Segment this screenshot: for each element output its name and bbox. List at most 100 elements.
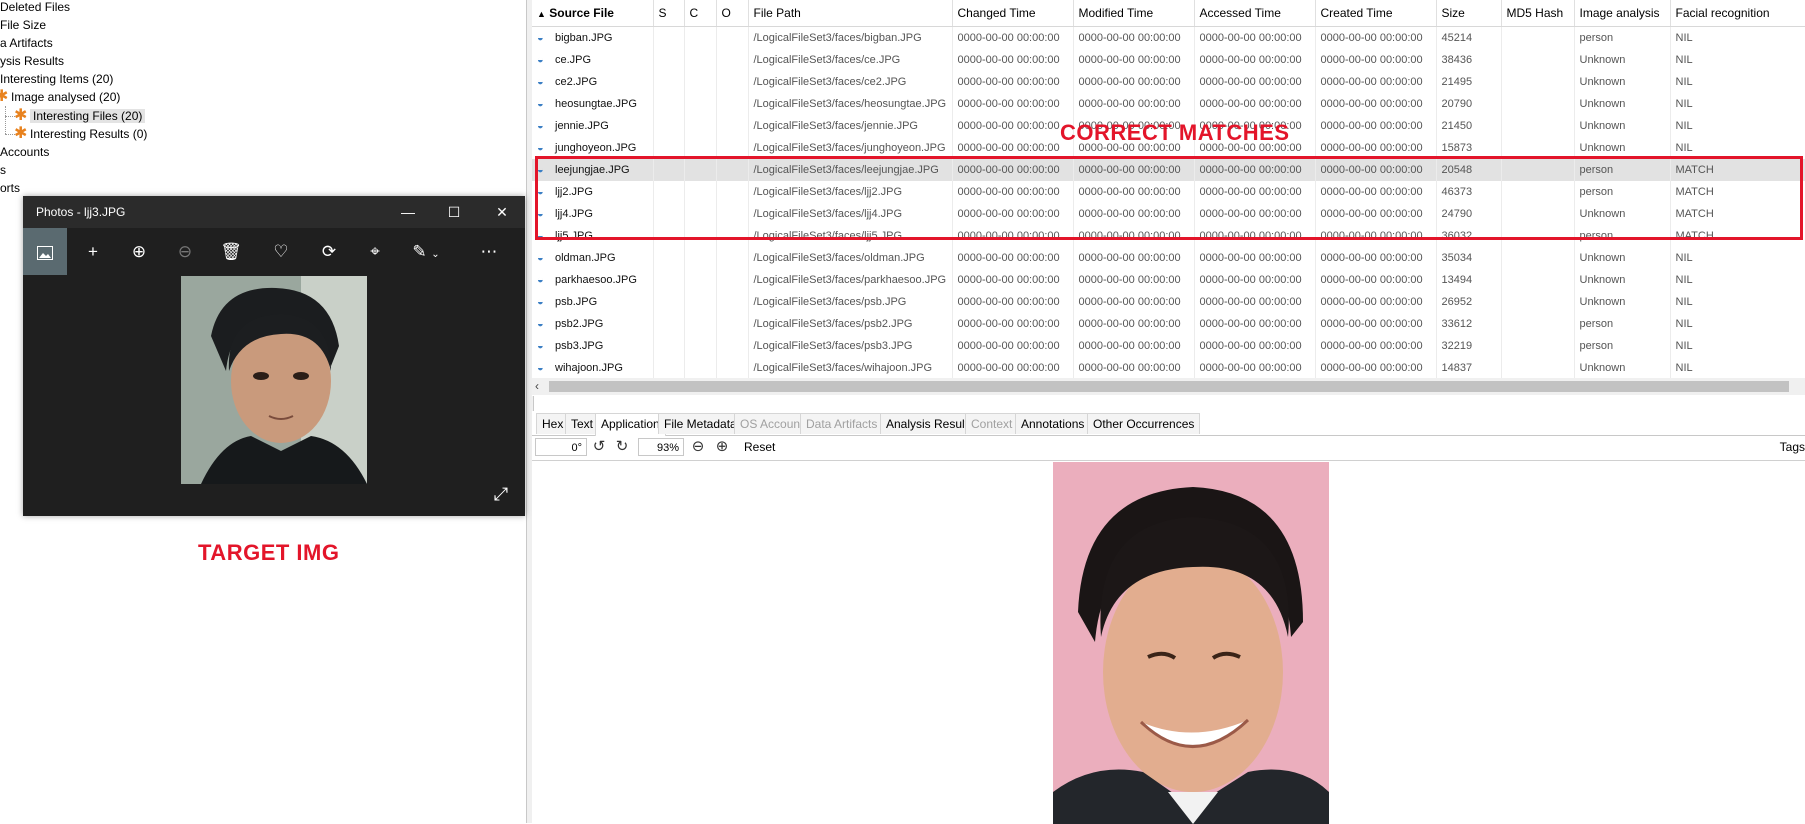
correct-matches-highlight — [535, 156, 1803, 240]
tree-item-tags[interactable]: s — [0, 161, 6, 179]
file-name: ce.JPG — [555, 54, 592, 66]
expand-icon[interactable]: ⤢ — [489, 482, 513, 506]
cell-accessed-time: 0000-00-00 00:00:00 — [1194, 357, 1316, 379]
table-row[interactable]: ◒ psb3.JPG/LogicalFileSet3/faces/psb3.JPG… — [532, 335, 1805, 357]
cell-accessed-time: 0000-00-00 00:00:00 — [1194, 313, 1316, 335]
zoom-out-icon[interactable]: ⊖ — [163, 228, 207, 275]
cell-size: 35034 — [1436, 247, 1502, 269]
column-header-source-file[interactable]: ▲ Source File — [532, 0, 654, 27]
rotate-right-icon[interactable]: ↻ — [612, 437, 632, 457]
column-header-changed-time[interactable]: Changed Time — [952, 0, 1074, 27]
table-row[interactable]: ◒ psb.JPG/LogicalFileSet3/faces/psb.JPG 00… — [532, 291, 1805, 313]
scrollbar-thumb[interactable] — [549, 381, 1789, 392]
file-name: psb.JPG — [555, 296, 598, 308]
cell-c — [684, 93, 717, 115]
maximize-icon[interactable]: ☐ — [431, 196, 477, 228]
sort-ascending-icon: ▲ — [537, 9, 546, 19]
tree-item-interesting-results[interactable]: ✱ Interesting Results (0) — [14, 125, 147, 143]
zoom-in-icon[interactable]: ⊕ — [117, 228, 161, 275]
column-header-md5-hash[interactable]: MD5 Hash — [1501, 0, 1575, 27]
content-viewer-tabs: Hex Text Application File Metadata OS Ac… — [532, 411, 1805, 436]
cell-o — [716, 269, 749, 291]
tab-other-occurrences[interactable]: Other Occurrences — [1087, 413, 1201, 434]
tree-item-os-accounts[interactable]: Accounts — [0, 143, 49, 161]
column-header-facial-recognition[interactable]: Facial recognition — [1670, 0, 1805, 27]
tags-button[interactable]: Tags — [1780, 440, 1805, 454]
image-icon[interactable] — [23, 228, 67, 275]
tab-text[interactable]: Text — [565, 413, 600, 434]
favorite-icon[interactable]: ♡ — [259, 228, 303, 275]
table-row[interactable]: ◒ oldman.JPG/LogicalFileSet3/faces/oldman… — [532, 247, 1805, 269]
cell-o — [716, 291, 749, 313]
cell-facial-recognition: NIL — [1670, 247, 1805, 269]
tab-os-account[interactable]: OS Account — [734, 413, 810, 434]
delete-icon[interactable]: 🗑 — [209, 228, 253, 275]
cell-image-analysis: Unknown — [1574, 49, 1671, 71]
reset-zoom-button[interactable]: Reset — [744, 440, 775, 454]
table-row[interactable]: ◒ ce.JPG/LogicalFileSet3/faces/ce.JPG 0000… — [532, 49, 1805, 71]
cell-facial-recognition: NIL — [1670, 93, 1805, 115]
photos-titlebar: Photos - ljj3.JPG — ☐ ✕ — [23, 196, 525, 228]
tab-annotations[interactable]: Annotations — [1015, 413, 1091, 434]
table-row[interactable]: ◒ ce2.JPG/LogicalFileSet3/faces/ce2.JPG 00… — [532, 71, 1805, 93]
cell-c — [684, 269, 717, 291]
image-file-icon: ◒ — [537, 98, 544, 110]
tab-file-metadata[interactable]: File Metadata — [658, 413, 743, 434]
crop-icon[interactable]: ⌖ — [353, 228, 397, 275]
table-row[interactable]: ◒ parkhaesoo.JPG/LogicalFileSet3/faces/pa… — [532, 269, 1805, 291]
image-viewer-toolbar: 0° ↺ ↻ 93% ⊖ ⊕ Reset Tags — [532, 436, 1805, 461]
minimize-icon[interactable]: — — [385, 196, 431, 228]
tree-item-file-size[interactable]: File Size — [0, 16, 46, 34]
scroll-left-icon[interactable]: ‹ — [535, 378, 539, 395]
table-row[interactable]: ◒ bigban.JPG/LogicalFileSet3/faces/bigban… — [532, 26, 1805, 49]
column-header-s[interactable]: S — [653, 0, 685, 27]
cell-file-path: /LogicalFileSet3/faces/parkhaesoo.JPG — [748, 269, 953, 291]
tree-item-reports[interactable]: orts — [0, 179, 20, 197]
cell-size: 45214 — [1436, 26, 1502, 49]
tree-item-interesting-files[interactable]: ✱ Interesting Files (20) — [14, 107, 146, 125]
cell-o — [716, 115, 749, 137]
table-row[interactable]: ◒ heosungtae.JPG/LogicalFileSet3/faces/he… — [532, 93, 1805, 115]
zoom-field[interactable]: 93% — [638, 438, 684, 456]
column-header-c[interactable]: C — [684, 0, 717, 27]
tree-item-deleted-files[interactable]: Deleted Files — [0, 0, 70, 16]
rotate-left-icon[interactable]: ↺ — [589, 437, 609, 457]
zoom-in-icon[interactable]: ⊕ — [712, 437, 732, 457]
more-icon[interactable]: ⋯ — [467, 228, 511, 275]
column-header-accessed-time[interactable]: Accessed Time — [1194, 0, 1316, 27]
column-header-modified-time[interactable]: Modified Time — [1073, 0, 1195, 27]
tab-application[interactable]: Application — [595, 413, 666, 436]
close-icon[interactable]: ✕ — [479, 196, 525, 228]
cell-md5-hash — [1501, 247, 1575, 269]
cell-changed-time: 0000-00-00 00:00:00 — [952, 335, 1074, 357]
cell-accessed-time: 0000-00-00 00:00:00 — [1194, 247, 1316, 269]
cell-s — [653, 49, 685, 71]
rotate-icon[interactable]: ⟳ — [307, 228, 351, 275]
cell-facial-recognition: NIL — [1670, 357, 1805, 379]
column-header-created-time[interactable]: Created Time — [1315, 0, 1437, 27]
add-icon[interactable]: + — [71, 228, 115, 275]
tree-item-interesting-items[interactable]: Interesting Items (20) — [0, 70, 113, 88]
tree-item-analysis-results[interactable]: ysis Results — [0, 52, 64, 70]
column-header-size[interactable]: Size — [1436, 0, 1502, 27]
zoom-out-icon[interactable]: ⊖ — [688, 437, 708, 457]
cell-modified-time: 0000-00-00 00:00:00 — [1073, 247, 1195, 269]
column-header-file-path[interactable]: File Path — [748, 0, 953, 27]
rotation-field[interactable]: 0° — [535, 438, 587, 456]
cell-size: 33612 — [1436, 313, 1502, 335]
cell-accessed-time: 0000-00-00 00:00:00 — [1194, 49, 1316, 71]
horizontal-scrollbar[interactable]: ‹ — [532, 378, 1805, 395]
cell-md5-hash — [1501, 269, 1575, 291]
table-row[interactable]: ◒ psb2.JPG/LogicalFileSet3/faces/psb2.JPG… — [532, 313, 1805, 335]
image-file-icon: ◒ — [537, 252, 544, 264]
tab-context[interactable]: Context — [965, 413, 1019, 434]
column-header-o[interactable]: O — [716, 0, 749, 27]
cell-image-analysis: Unknown — [1574, 357, 1671, 379]
tree-item-image-analysed[interactable]: ✱ Image analysed (20) — [0, 88, 120, 106]
cell-c — [684, 313, 717, 335]
edit-icon[interactable]: ✎ ⌄ — [399, 228, 453, 275]
table-row[interactable]: ◒ wihajoon.JPG/LogicalFileSet3/faces/wiha… — [532, 357, 1805, 379]
tab-data-artifacts[interactable]: Data Artifacts — [800, 413, 884, 434]
tree-item-data-artifacts[interactable]: a Artifacts — [0, 34, 53, 52]
column-header-image-analysis[interactable]: Image analysis — [1574, 0, 1671, 27]
